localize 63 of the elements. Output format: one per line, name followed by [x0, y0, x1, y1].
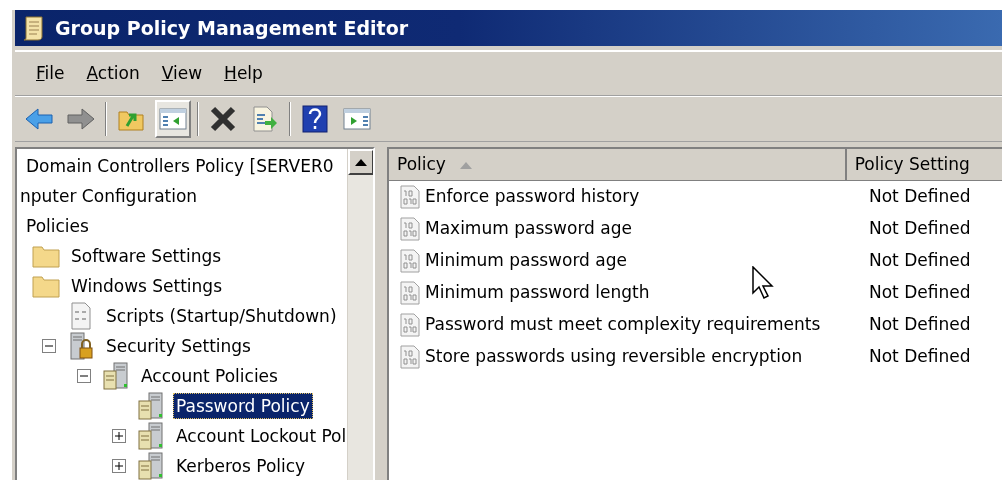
policy-file-icon	[399, 345, 421, 369]
policy-setting: Not Defined	[868, 345, 971, 369]
servers-icon	[102, 362, 130, 390]
tree-item[interactable]: Domain Controllers Policy [SERVER0	[23, 153, 337, 179]
minus-icon	[45, 342, 53, 350]
menu-item[interactable]: View	[152, 58, 212, 89]
tree-item[interactable]: Windows Settings	[68, 273, 226, 299]
tree-item[interactable]: Scripts (Startup/Shutdown)	[103, 303, 340, 329]
tree-item[interactable]: nputer Configuration	[17, 183, 201, 209]
scrollbar[interactable]	[347, 149, 373, 480]
mouse-cursor-icon	[752, 266, 774, 300]
policy-name: Password must meet complexity requirements	[425, 313, 821, 337]
panel-icon	[343, 107, 371, 131]
column-header[interactable]: Policy Setting	[846, 149, 1002, 180]
policy-name: Store passwords using reversible encryption	[425, 345, 803, 369]
up-arrow-icon	[355, 158, 367, 166]
help-icon	[302, 105, 328, 133]
plus-icon	[115, 462, 123, 470]
minus-icon	[80, 372, 88, 380]
menu-item[interactable]: File	[27, 58, 74, 89]
tree-item[interactable]: Account Lockout Pol	[173, 423, 347, 449]
tree-item[interactable]: Policies	[23, 213, 92, 239]
tree-item[interactable]: Security Settings	[103, 333, 254, 359]
tree-item[interactable]: Password Policy	[173, 393, 313, 419]
column-title: Policy Setting	[854, 152, 970, 176]
expand-toggle[interactable]	[112, 459, 126, 473]
server-lock-icon	[67, 332, 95, 360]
tree-item[interactable]: Account Policies	[138, 363, 281, 389]
policy-name: Enforce password history	[425, 185, 640, 209]
menu-item[interactable]: Action	[77, 58, 149, 89]
delete-icon	[209, 105, 237, 133]
policy-file-icon	[399, 185, 421, 209]
policy-name: Maximum password age	[425, 217, 632, 241]
servers-icon	[137, 392, 165, 420]
panel-icon	[159, 107, 187, 131]
plus-icon	[115, 432, 123, 440]
policy-setting: Not Defined	[868, 313, 971, 337]
tree-item[interactable]: Kerberos Policy	[173, 453, 309, 479]
menu-item[interactable]: Help	[215, 58, 272, 89]
expand-toggle[interactable]	[112, 429, 126, 443]
back-arrow-icon	[24, 107, 54, 131]
tree-item[interactable]: Software Settings	[68, 243, 225, 269]
panel-button[interactable]	[155, 100, 191, 138]
policy-file-icon	[399, 313, 421, 337]
expand-toggle[interactable]	[42, 339, 56, 353]
policy-file-icon	[399, 217, 421, 241]
export-list-icon	[251, 105, 279, 133]
policy-file-icon	[399, 249, 421, 273]
servers-icon	[137, 422, 165, 450]
policy-setting: Not Defined	[868, 217, 971, 241]
policy-setting: Not Defined	[868, 281, 971, 305]
expand-toggle[interactable]	[77, 369, 91, 383]
forward-arrow-icon	[66, 107, 96, 131]
scroll-up-button[interactable]	[348, 149, 373, 175]
column-header[interactable]: Policy	[389, 149, 847, 180]
policy-name: Minimum password length	[425, 281, 650, 305]
policy-setting: Not Defined	[868, 249, 971, 273]
policy-setting: Not Defined	[868, 185, 971, 209]
policy-file-icon	[399, 281, 421, 305]
policy-name: Minimum password age	[425, 249, 627, 273]
window-title: Group Policy Management Editor	[55, 15, 409, 41]
column-title: Policy	[397, 152, 446, 176]
servers-icon	[137, 452, 165, 480]
